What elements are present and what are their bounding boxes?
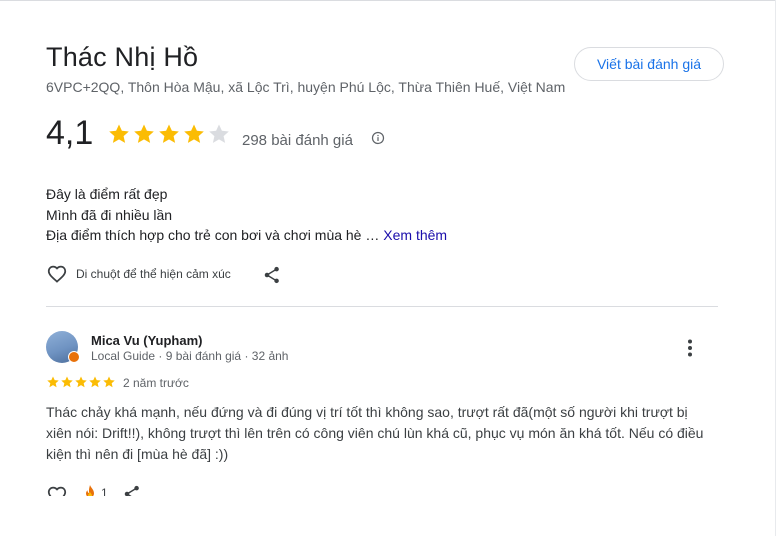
review-author-meta: Local Guide · 9 bài đánh giá · 32 ảnh <box>91 349 289 363</box>
star-full-icon <box>75 376 87 388</box>
star-full-icon <box>103 376 115 388</box>
description-line: Mình đã đi nhiều lần <box>46 206 173 223</box>
description-line: Đây là điểm rất đẹp <box>46 186 168 202</box>
info-icon[interactable] <box>371 131 385 145</box>
section-divider <box>46 306 718 307</box>
reaction-row: Di chuột để thể hiện cảm xúc <box>46 263 231 285</box>
review-time: 2 năm trước <box>123 376 189 390</box>
star-full-icon <box>47 376 59 388</box>
place-title: Thác Nhị Hồ <box>46 42 199 72</box>
star-empty-icon <box>209 124 229 143</box>
review-stars <box>46 375 116 389</box>
top-border <box>0 0 776 1</box>
more-vert-icon[interactable] <box>681 338 699 358</box>
star-full-icon <box>159 124 179 143</box>
description-line-text: Địa điểm thích hợp cho trẻ con bơi và ch… <box>46 227 380 243</box>
share-icon[interactable] <box>262 265 282 285</box>
review-author-name[interactable]: Mica Vu (Yupham) <box>91 333 202 348</box>
heart-outline-icon[interactable] <box>46 263 68 285</box>
star-full-icon <box>184 124 204 143</box>
star-full-icon <box>89 376 101 388</box>
local-guide-badge-icon <box>68 351 80 363</box>
place-address: 6VPC+2QQ, Thôn Hòa Mậu, xã Lộc Trì, huyệ… <box>46 79 566 95</box>
review-reaction-row: 1 <box>46 484 166 496</box>
star-full-icon <box>109 124 129 143</box>
reaction-hint: Di chuột để thể hiện cảm xúc <box>76 267 231 281</box>
rating-value: 4,1 <box>46 114 94 152</box>
place-description: Đây là điểm rất đẹp Mình đã đi nhiều lần… <box>46 184 447 246</box>
fire-reaction-icon <box>86 485 94 496</box>
review-count[interactable]: 298 bài đánh giá <box>242 132 353 149</box>
star-full-icon <box>61 376 73 388</box>
write-review-button[interactable]: Viết bài đánh giá <box>574 47 724 81</box>
review-text: Thác chảy khá mạnh, nếu đứng và đi đúng … <box>46 404 704 462</box>
see-more-link[interactable]: Xem thêm <box>383 227 447 243</box>
share-icon[interactable] <box>122 484 142 496</box>
reaction-count: 1 <box>101 486 108 496</box>
rating-stars <box>107 122 231 146</box>
star-full-icon <box>134 124 154 143</box>
description-line: Địa điểm thích hợp cho trẻ con bơi và ch… <box>46 225 447 246</box>
heart-outline-icon[interactable] <box>46 484 68 496</box>
